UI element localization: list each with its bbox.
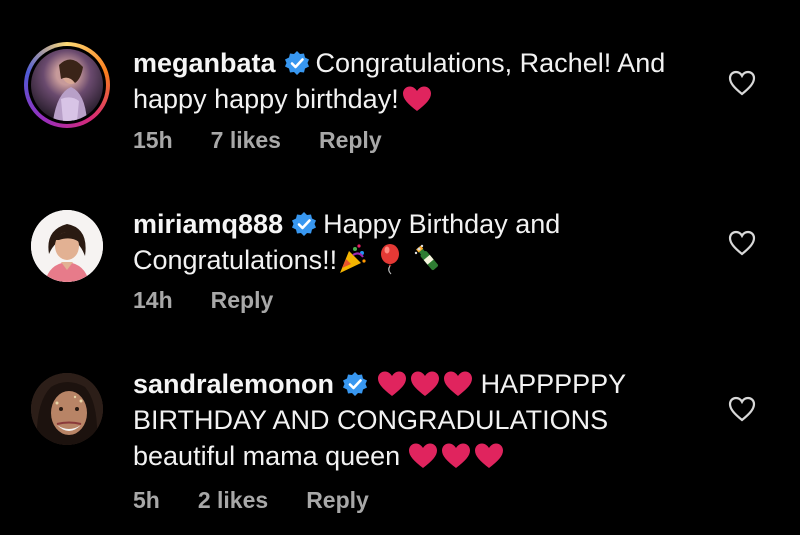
comment-meta: 14h Reply	[133, 287, 311, 314]
comment-text-line: BIRTHDAY AND CONGRADULATIONS	[133, 405, 609, 435]
heart-outline-icon[interactable]	[728, 230, 756, 256]
comment-time: 14h	[133, 287, 173, 313]
balloon-emoji-icon	[381, 244, 400, 275]
avatar[interactable]	[31, 210, 103, 282]
comment-text: miriamq888 Happy Birthday and Congratulat…	[133, 206, 693, 278]
red-heart-emoji-icon	[475, 443, 504, 468]
likes-count[interactable]: 2 likes	[198, 487, 268, 513]
username[interactable]: sandralemonon	[133, 369, 334, 399]
champagne-emoji-icon	[414, 244, 439, 270]
reply-button[interactable]: Reply	[319, 127, 382, 153]
avatar[interactable]	[31, 373, 103, 445]
comment-text-line: beautiful mama queen	[133, 441, 401, 471]
comment-text-line: happy happy birthday!	[133, 84, 399, 114]
red-heart-emoji-icon	[444, 371, 473, 396]
comment-time: 15h	[133, 127, 173, 153]
verified-badge-icon	[284, 51, 309, 75]
username[interactable]: meganbata	[133, 48, 276, 78]
avatar[interactable]	[31, 49, 103, 121]
reply-button[interactable]: Reply	[306, 487, 369, 513]
comment-meta: 5h 2 likes Reply	[133, 487, 407, 514]
heart-outline-icon[interactable]	[728, 70, 756, 96]
comment-time: 5h	[133, 487, 160, 513]
comment-meta: 15h 7 likes Reply	[133, 127, 420, 154]
verified-badge-icon	[292, 212, 317, 236]
party-popper-emoji-icon	[340, 244, 366, 273]
comment-text-line: Happy Birthday and	[323, 209, 561, 239]
username[interactable]: miriamq888	[133, 209, 283, 239]
likes-count[interactable]: 7 likes	[211, 127, 281, 153]
comment-text: sandralemonon HAPPPPPY BIRTHDAY AND CONG…	[133, 366, 693, 474]
red-heart-emoji-icon	[402, 86, 431, 111]
red-heart-emoji-icon	[411, 371, 440, 396]
verified-badge-icon	[343, 372, 368, 396]
comment-text: meganbata Congratulations, Rachel! And ha…	[133, 45, 693, 117]
red-heart-emoji-icon	[378, 371, 407, 396]
comment-text-line: HAPPPPPY	[480, 369, 627, 399]
reply-button[interactable]: Reply	[211, 287, 274, 313]
red-heart-emoji-icon	[409, 443, 438, 468]
comment-text-line: Congratulations, Rachel! And	[315, 48, 666, 78]
heart-outline-icon[interactable]	[728, 396, 756, 422]
red-heart-emoji-icon	[442, 443, 471, 468]
comment-text-line: Congratulations!!	[133, 245, 338, 275]
